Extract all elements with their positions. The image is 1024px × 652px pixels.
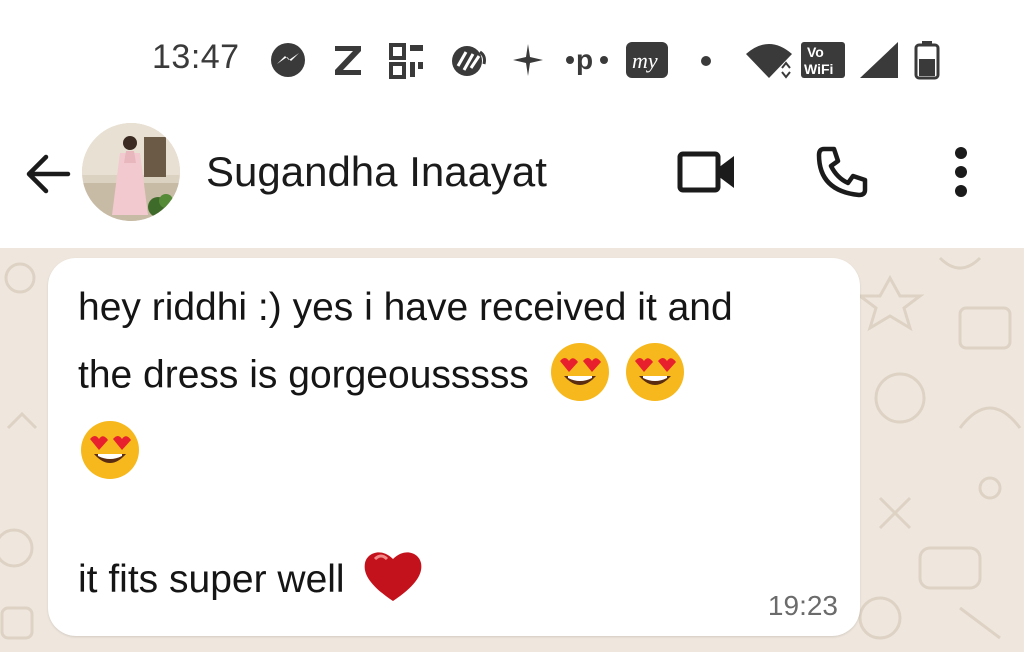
svg-text:Vo: Vo (807, 44, 824, 60)
svg-text:WiFi: WiFi (804, 61, 833, 77)
message-line-4: it fits super well (78, 552, 425, 605)
phonepe-like-icon (452, 46, 486, 76)
chat-header: Sugandha Inaayat (0, 120, 1024, 248)
message-line-4-text: it fits super well (78, 558, 345, 601)
heart-eyes-emoji (81, 421, 139, 479)
video-call-icon[interactable] (676, 148, 738, 196)
sparkle-icon (513, 44, 543, 76)
z-app-icon (335, 46, 361, 75)
back-arrow-icon[interactable] (22, 150, 74, 198)
heart-eyes-emoji (550, 343, 609, 401)
status-time: 13:47 (152, 38, 240, 76)
dot-icon (701, 56, 711, 66)
paytm-dot-icon: p (566, 44, 608, 75)
svg-text:p: p (576, 44, 593, 75)
message-bubble[interactable]: hey riddhi :) yes i have received it and… (48, 258, 860, 636)
signal-icon (860, 42, 898, 78)
message-line-1: hey riddhi :) yes i have received it and (78, 286, 733, 329)
contact-name[interactable]: Sugandha Inaayat (206, 148, 547, 196)
phone-call-icon[interactable] (814, 144, 870, 200)
messenger-icon (271, 43, 305, 77)
message-timestamp: 19:23 (767, 590, 838, 621)
more-vert-icon[interactable] (946, 146, 976, 198)
red-heart-emoji (365, 552, 422, 601)
chat-area[interactable]: hey riddhi :) yes i have received it and… (0, 248, 1024, 652)
qr-scan-icon (389, 43, 423, 79)
myntra-icon: my (626, 42, 668, 78)
message-line-2-text: the dress is gorgeousssss (78, 353, 529, 397)
avatar[interactable] (82, 123, 180, 221)
status-bar: 13:47 p my Vo WiFi (0, 0, 1024, 120)
battery-icon (914, 41, 940, 80)
message-line-2: the dress is gorgeousssss (78, 343, 687, 404)
svg-text:my: my (632, 48, 658, 73)
wifi-icon (746, 44, 792, 79)
message-line-3 (78, 418, 142, 482)
vowifi-icon: Vo WiFi (801, 42, 845, 78)
heart-eyes-emoji (625, 343, 684, 401)
